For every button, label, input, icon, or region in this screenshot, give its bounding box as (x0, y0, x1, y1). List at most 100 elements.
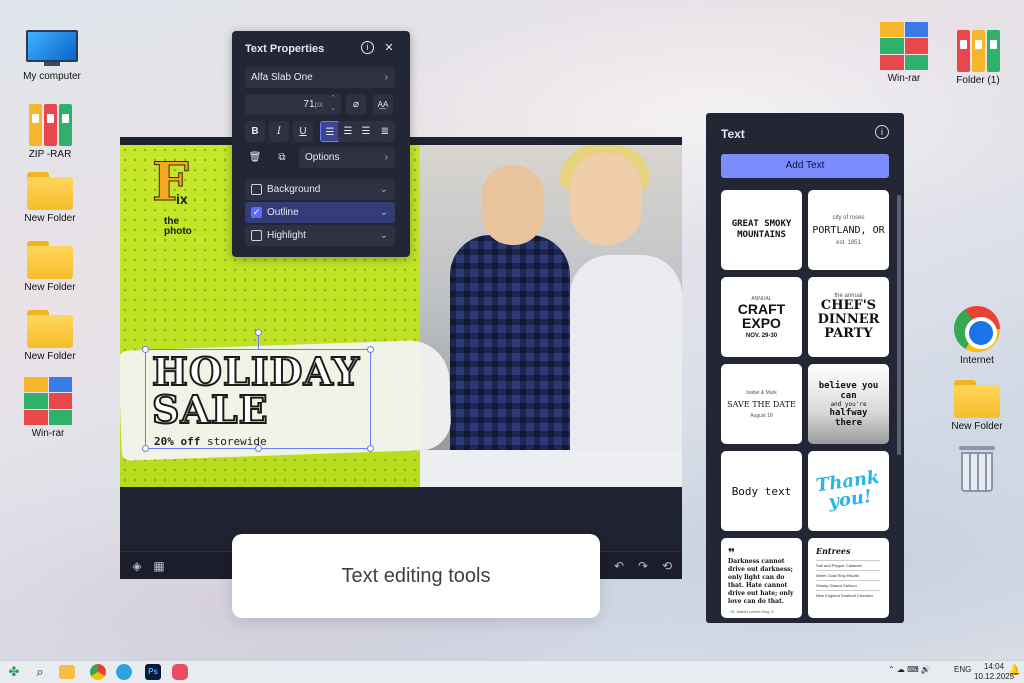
start-icon[interactable]: ✤ (6, 664, 22, 680)
toggle-outline[interactable]: ✓ Outline ⌄ (245, 202, 395, 223)
text-template-tile[interactable]: GREAT SMOKY MOUNTAINS (721, 190, 802, 270)
panel-title: Text (721, 127, 745, 141)
align-right-icon[interactable]: ☰ (356, 121, 376, 142)
resize-handle[interactable] (255, 445, 262, 452)
align-center-icon[interactable]: ☰ (338, 121, 358, 142)
caption-card: Text editing tools (232, 534, 600, 618)
app-icon[interactable] (172, 664, 188, 680)
selection-box[interactable] (142, 346, 374, 452)
layers-icon[interactable]: ◈ (128, 557, 146, 575)
winrar-icon (24, 377, 72, 425)
resize-handle[interactable] (142, 445, 149, 452)
no-color-icon[interactable]: ⌀ (346, 94, 366, 115)
chevron-down-icon: ⌄ (379, 230, 388, 241)
resize-handle[interactable] (142, 346, 149, 353)
chevron-right-icon: › (384, 72, 388, 83)
language-indicator[interactable]: ENG (954, 665, 971, 674)
folder-icon (954, 380, 1000, 418)
info-icon[interactable]: i (361, 41, 374, 54)
chevron-down-icon: ⌄ (379, 207, 388, 218)
photoshop-icon[interactable]: Ps (145, 664, 161, 680)
desktop-icon-folder-1[interactable]: Folder (1) (938, 28, 1018, 86)
desktop-icon-label: ZIP -RAR (28, 149, 72, 160)
trash-icon[interactable]: 🗑 (245, 147, 265, 168)
text-template-tile[interactable]: city of roses PORTLAND, OR est. 1851 (808, 190, 889, 270)
align-left-icon[interactable]: ☰ (320, 121, 340, 142)
desktop-icon-label: New Folder (24, 351, 76, 362)
checkbox[interactable] (251, 184, 262, 195)
desktop-icon-internet[interactable]: Internet (937, 306, 1017, 366)
toggle-background[interactable]: Background ⌄ (245, 179, 395, 200)
selection-rotate-line (258, 336, 259, 349)
text-panel: Text i Add Text GREAT SMOKY MOUNTAINS ci… (706, 113, 904, 623)
toggle-highlight[interactable]: Highlight ⌄ (245, 225, 395, 246)
text-properties-panel: Text Properties i ✕ Alfa Slab One › 71px … (232, 31, 410, 257)
font-size-input[interactable]: 71px ⌃ ⌄ (245, 94, 341, 115)
folder-icon (27, 241, 73, 279)
checkbox[interactable]: ✓ (251, 207, 262, 218)
text-template-tile[interactable]: ANNUAL CRAFT EXPO NOV. 29-30 (721, 277, 802, 357)
options-button[interactable]: Options › (299, 147, 395, 168)
desktop-icon-label: New Folder (24, 282, 76, 293)
folder-icon (27, 172, 73, 210)
chevron-down-icon: ⌄ (379, 184, 388, 195)
align-justify-icon[interactable]: ≣ (375, 121, 395, 142)
desktop-icon-new-folder-2[interactable]: New Folder (10, 241, 90, 293)
logo-text: the photo (164, 216, 192, 237)
taskbar: ✤ ⌕ Ps ⌃ ☁ ⌨ 🔊 ENG 14:04 10.12.2025 🔔 (0, 660, 1024, 683)
chrome-icon[interactable] (90, 664, 106, 680)
duplicate-icon[interactable]: ⧉ (272, 147, 292, 168)
close-icon[interactable]: ✕ (382, 41, 396, 55)
text-template-tile[interactable]: ❞ Darkness cannot drive out darkness; on… (721, 538, 802, 618)
desktop-icon-new-folder-right[interactable]: New Folder (937, 380, 1017, 432)
text-template-tile[interactable]: Entrees Salt and Pepper Calamari Warm Go… (808, 538, 889, 618)
logo-sub: ix (176, 191, 188, 207)
chrome-icon (954, 306, 1000, 352)
redo-icon[interactable]: ↷ (634, 557, 652, 575)
computer-icon (26, 30, 78, 68)
desktop-icon-label: My computer (23, 71, 81, 82)
canvas-photo[interactable] (420, 145, 682, 487)
desktop-icon-label: Folder (1) (956, 75, 1000, 86)
text-template-tile[interactable]: Isabel & Mark SAVE THE DATE August 18 (721, 364, 802, 444)
telegram-icon[interactable] (116, 664, 132, 680)
checkbox[interactable] (251, 230, 262, 241)
text-template-tile[interactable]: Body text (721, 451, 802, 531)
text-template-tile[interactable]: the annual CHEF'S DINNER PARTY (808, 277, 889, 357)
panel-title: Text Properties (245, 43, 325, 55)
desktop-icon-label: New Folder (24, 213, 76, 224)
desktop-icon-new-folder-1[interactable]: New Folder (10, 172, 90, 224)
archive-icon (26, 102, 74, 146)
font-family-select[interactable]: Alfa Slab One › (245, 67, 395, 88)
rotate-handle[interactable] (255, 329, 262, 336)
desktop-icon-recycle-bin[interactable] (937, 446, 1017, 494)
search-icon[interactable]: ⌕ (32, 664, 48, 680)
desktop-icon-label: Win-rar (31, 428, 65, 439)
desktop-icon-label: Internet (960, 355, 994, 366)
add-text-button[interactable]: Add Text (721, 154, 889, 178)
chevron-right-icon: › (384, 152, 388, 163)
desktop-icon-label: New Folder (951, 421, 1003, 432)
grid-icon[interactable]: ▦ (150, 557, 168, 575)
desktop-icon-win-rar-right[interactable]: Win-rar (864, 22, 944, 84)
notification-icon[interactable]: 🔔 (1008, 665, 1020, 676)
text-spacing-icon[interactable]: A͟A (373, 94, 393, 115)
file-explorer-icon[interactable] (59, 665, 75, 679)
undo-icon[interactable]: ↶ (610, 557, 628, 575)
text-template-tile[interactable]: believe you can and you're halfway there (808, 364, 889, 444)
text-template-tile[interactable]: Thank you! (808, 451, 889, 531)
resize-handle[interactable] (367, 346, 374, 353)
desktop-icon-my-computer[interactable]: My computer (12, 30, 92, 82)
bold-button[interactable]: B (245, 121, 265, 142)
desktop-icon-zip-rar[interactable]: ZIP -RAR (10, 102, 90, 160)
italic-button[interactable]: I (269, 121, 289, 142)
desktop-icon-new-folder-3[interactable]: New Folder (10, 310, 90, 362)
panel-scrollbar[interactable] (897, 195, 901, 455)
resize-handle[interactable] (367, 445, 374, 452)
history-icon[interactable]: ⟲ (658, 557, 676, 575)
desktop-icon-label: Win-rar (887, 73, 921, 84)
desktop-icon-win-rar-left[interactable]: Win-rar (8, 377, 88, 439)
tray-icons[interactable]: ⌃ ☁ ⌨ 🔊 (888, 665, 931, 674)
underline-button[interactable]: U (293, 121, 313, 142)
info-icon[interactable]: i (875, 125, 889, 139)
